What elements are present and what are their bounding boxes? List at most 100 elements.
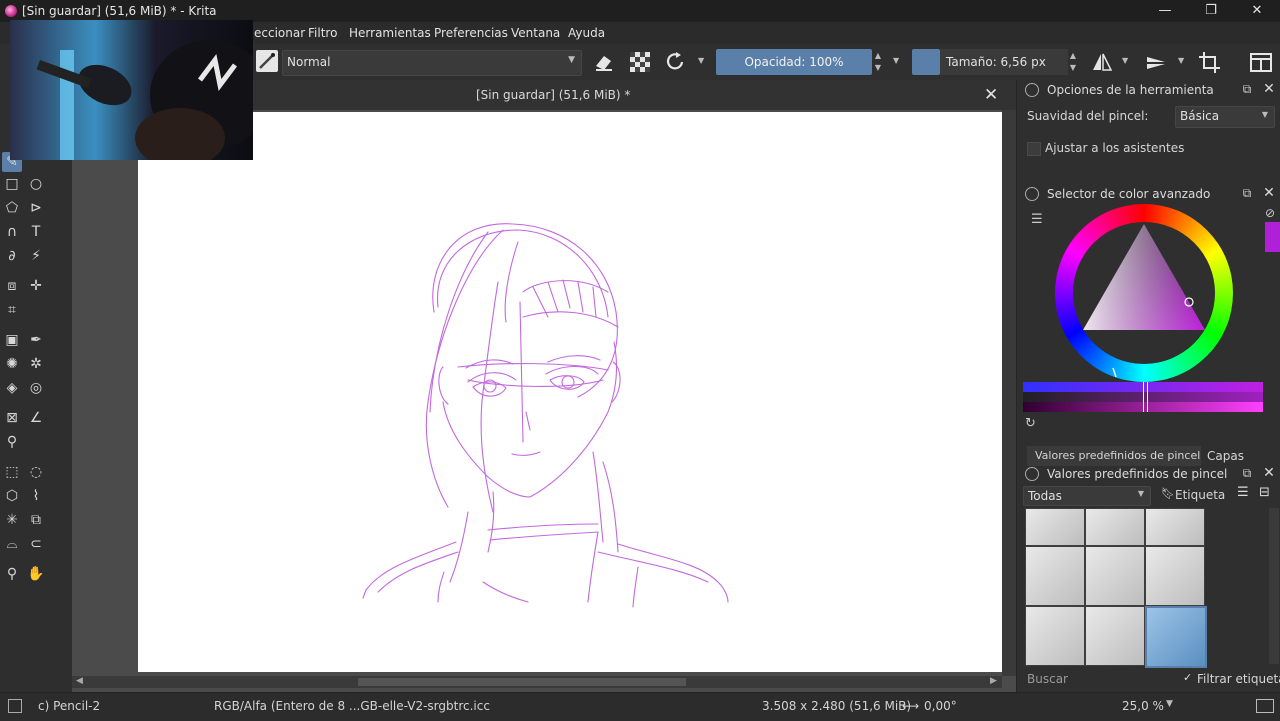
minimize-button[interactable]: — — [1142, 0, 1188, 22]
opacity-spin-icon[interactable]: ▲ ▼ — [873, 50, 883, 74]
mirror-vertical-icon[interactable] — [1144, 49, 1170, 75]
assistants-checkbox[interactable] — [1027, 142, 1041, 156]
slider-handle[interactable] — [1143, 382, 1148, 412]
scroll-left-icon[interactable]: ◀ — [76, 676, 83, 686]
brush-preset-tile[interactable] — [1025, 546, 1085, 606]
brush-preset-tile[interactable] — [1085, 546, 1145, 606]
close-docker-icon[interactable]: ✕ — [1261, 465, 1277, 481]
rectangle-tool-icon[interactable]: □ — [2, 174, 22, 194]
bezier-tool-icon[interactable]: ∩ — [2, 222, 22, 242]
checkmark-icon[interactable]: ✓ — [1183, 671, 1192, 684]
selection-icon[interactable] — [8, 699, 22, 713]
workspace-icon[interactable] — [1248, 49, 1274, 75]
smoothing-select[interactable]: Básica ▼ — [1175, 106, 1275, 128]
ellipse-select-tool-icon[interactable]: ◌ — [26, 462, 46, 482]
gradient-tool-icon[interactable]: ▣ — [2, 330, 22, 350]
hue-wheel[interactable] — [1055, 204, 1233, 382]
fill-tool-icon[interactable]: ◈ — [2, 378, 22, 398]
polygon-tool-icon[interactable]: ⬠ — [2, 198, 22, 218]
chevron-down-icon[interactable]: ▼ — [1166, 699, 1173, 709]
tab-layers[interactable]: Capas — [1203, 446, 1253, 466]
close-docker-icon[interactable]: ✕ — [1261, 81, 1277, 97]
menu-filter[interactable]: Filtro — [308, 26, 337, 40]
brush-preset-tile[interactable] — [1025, 606, 1085, 666]
menu-settings[interactable]: Preferencias — [434, 26, 508, 40]
brush-preset-tile[interactable] — [1085, 508, 1145, 546]
tag-button[interactable]: 🔖︎ Etiqueta — [1159, 486, 1233, 504]
freehand-path-tool-icon[interactable]: ∂ — [2, 246, 22, 266]
menu-window[interactable]: Ventana — [511, 26, 560, 40]
assistant-tool-icon[interactable]: ⊠ — [2, 408, 22, 428]
menu-help[interactable]: Ayuda — [568, 26, 605, 40]
tag-filter-select[interactable]: Todas ▼ — [1023, 486, 1151, 506]
color-space-info[interactable]: RGB/Alfa (Entero de 8 ...GB-elle-V2-srgb… — [214, 699, 490, 713]
lock-icon[interactable] — [1025, 187, 1039, 201]
blend-mode-select[interactable]: Normal ▼ — [282, 50, 582, 76]
size-slider-fill[interactable] — [912, 49, 940, 75]
maximize-button[interactable]: ❐ — [1188, 0, 1234, 22]
tab-brush-presets[interactable]: Valores predefinidos de pincel — [1027, 446, 1201, 466]
float-docker-icon[interactable]: ⧉ — [1239, 81, 1255, 97]
size-spin-icon[interactable]: ▲ ▼ — [1068, 50, 1078, 74]
reset-color-icon[interactable]: ↻ — [1025, 416, 1036, 431]
brush-preset-tile[interactable] — [1085, 606, 1145, 666]
search-input[interactable]: Buscar — [1027, 672, 1068, 686]
drawing-canvas[interactable] — [138, 112, 1002, 672]
list-view-icon[interactable]: ☰ — [1237, 485, 1249, 500]
multibrush-tool-icon[interactable]: ✲ — [26, 354, 46, 374]
rotation-icon[interactable]: ⟷ — [902, 699, 919, 713]
rect-select-tool-icon[interactable]: ⬚ — [2, 462, 22, 482]
float-docker-icon[interactable]: ⧉ — [1239, 465, 1255, 481]
move-tool-icon[interactable]: ✛ — [26, 276, 46, 296]
no-color-icon[interactable]: ⊘ — [1265, 206, 1279, 220]
reload-preset-icon[interactable] — [662, 49, 688, 75]
size-slider[interactable]: Tamaño: 6,56 px — [940, 49, 1068, 75]
chevron-down-icon[interactable]: ▼ — [1122, 56, 1128, 65]
opacity-slider[interactable]: Opacidad: 100% — [716, 49, 872, 75]
polyline-tool-icon[interactable]: ⊳ — [26, 198, 46, 218]
pan-tool-icon[interactable]: ✋ — [26, 564, 46, 584]
save-preset-icon[interactable]: ⊟ — [1259, 485, 1270, 500]
color-sliders[interactable] — [1023, 382, 1263, 412]
similar-select-tool-icon[interactable]: ⧉ — [26, 510, 46, 530]
rotation-value[interactable]: 0,00° — [924, 699, 957, 713]
polygon-select-tool-icon[interactable]: ⬡ — [2, 486, 22, 506]
close-document-icon[interactable]: ✕ — [984, 85, 998, 105]
color-settings-icon[interactable]: ☰ — [1031, 212, 1047, 227]
chevron-down-icon[interactable]: ▼ — [698, 56, 704, 65]
color-picker-tool-icon[interactable]: ✒ — [26, 330, 46, 350]
color-triangle[interactable] — [1055, 204, 1233, 382]
scroll-right-icon[interactable]: ▶ — [990, 676, 997, 686]
canvas-only-icon[interactable] — [1256, 699, 1274, 713]
lock-icon[interactable] — [1025, 83, 1039, 97]
chevron-down-icon[interactable]: ▼ — [1178, 56, 1184, 65]
float-docker-icon[interactable]: ⧉ — [1239, 185, 1255, 201]
zoom-value[interactable]: 25,0 % — [1122, 699, 1164, 713]
reference-tool-icon[interactable]: ⚲ — [2, 432, 22, 452]
smart-patch-tool-icon[interactable]: ✺ — [2, 354, 22, 374]
brush-preset-tile-selected[interactable] — [1145, 606, 1207, 668]
brush-preset-tile[interactable] — [1145, 508, 1205, 546]
horizontal-scrollbar[interactable]: ◀ ▶ — [72, 676, 1002, 688]
magnetic-select-tool-icon[interactable]: ⊂ — [26, 534, 46, 554]
measure-tool-icon[interactable]: ∠ — [26, 408, 46, 428]
ellipse-tool-icon[interactable]: ○ — [26, 174, 46, 194]
transform-tool-icon[interactable]: ⧈ — [2, 276, 22, 296]
zoom-tool-icon[interactable]: ⚲ — [2, 564, 22, 584]
eraser-mode-icon[interactable] — [590, 49, 616, 75]
brush-preset-icon[interactable] — [256, 50, 278, 72]
vertical-scrollbar[interactable] — [1002, 110, 1016, 676]
dynamic-brush-tool-icon[interactable]: ⚡ — [26, 246, 46, 266]
bezier-select-tool-icon[interactable]: ⌓ — [2, 534, 22, 554]
enclose-fill-tool-icon[interactable]: ◎ — [26, 378, 46, 398]
menu-tools[interactable]: Herramientas — [349, 26, 431, 40]
mirror-horizontal-icon[interactable] — [1089, 49, 1115, 75]
contiguous-select-tool-icon[interactable]: ✳ — [2, 510, 22, 530]
lock-icon[interactable] — [1025, 467, 1039, 481]
chevron-down-icon[interactable]: ▼ — [893, 56, 899, 65]
text-tool-icon[interactable]: T — [26, 222, 46, 242]
close-docker-icon[interactable]: ✕ — [1261, 185, 1277, 201]
presets-scrollbar[interactable] — [1269, 508, 1279, 664]
preserve-alpha-icon[interactable] — [627, 49, 653, 75]
crop-tool-icon[interactable]: ⌗ — [2, 300, 22, 320]
